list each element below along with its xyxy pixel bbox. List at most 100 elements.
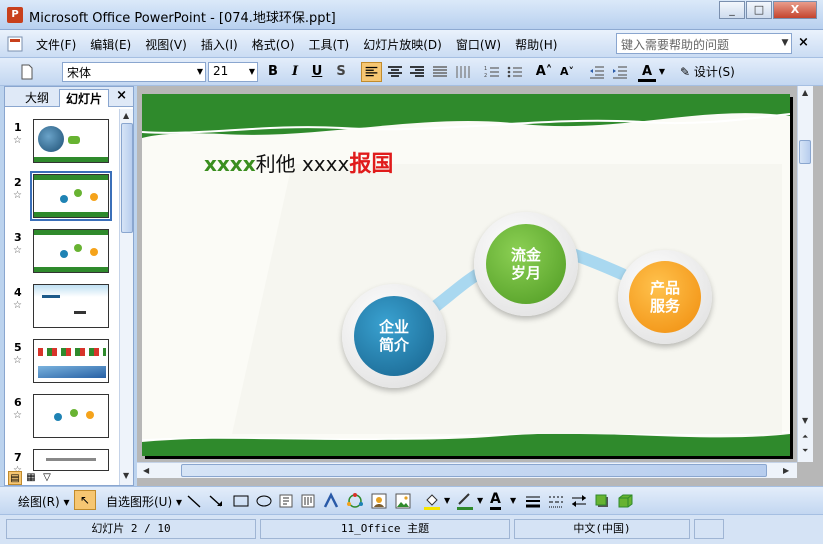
slide-thumbnail-row[interactable]: 5 ☆: [5, 339, 117, 391]
maximize-button[interactable]: □: [746, 1, 772, 19]
bullet-list-icon[interactable]: [505, 62, 525, 82]
menu-view[interactable]: 视图(V): [145, 36, 187, 53]
document-close-button[interactable]: ×: [798, 35, 809, 50]
pane-close-button[interactable]: ×: [116, 88, 127, 103]
circle-products-services[interactable]: 产品 服务: [618, 250, 712, 344]
autoshapes-menu-button[interactable]: 自选图形(U) ▾: [106, 493, 182, 510]
document-icon[interactable]: [4, 34, 26, 54]
slideshow-view-icon[interactable]: ▽: [40, 471, 54, 485]
slide-thumbnail-row[interactable]: 6 ☆: [5, 394, 117, 446]
scroll-down-icon[interactable]: ▼: [123, 471, 129, 480]
circle-golden-years[interactable]: 流金 岁月: [474, 212, 578, 316]
font-size-field[interactable]: 21 ▼: [208, 62, 258, 82]
line-color-dropdown-icon[interactable]: ▼: [477, 496, 483, 505]
bold-button[interactable]: B: [264, 62, 282, 82]
slide-horizontal-scrollbar[interactable]: ◀ ▶: [137, 462, 797, 478]
numbered-list-icon[interactable]: 12: [482, 62, 502, 82]
align-right-icon[interactable]: [407, 62, 427, 82]
wordart-icon[interactable]: [322, 492, 340, 510]
slide-thumbnail-row[interactable]: 1 ☆: [5, 119, 117, 171]
previous-slide-icon[interactable]: ⏶: [802, 432, 808, 442]
menu-format[interactable]: 格式(O): [252, 36, 295, 53]
arrow-style-icon[interactable]: [570, 492, 588, 510]
line-color-icon[interactable]: [455, 491, 475, 511]
scroll-down-icon[interactable]: ▼: [802, 416, 808, 425]
tab-outline[interactable]: 大纲: [19, 89, 55, 107]
slide-thumbnail[interactable]: [33, 119, 109, 163]
slide-thumbnail-selected[interactable]: [30, 171, 112, 221]
slide-vertical-scrollbar[interactable]: ▲ ▼ ⏶ ⏷: [797, 86, 813, 462]
underline-button[interactable]: U: [308, 62, 326, 82]
scrollbar-thumb[interactable]: [121, 123, 133, 233]
oval-icon[interactable]: [255, 493, 273, 509]
menu-insert[interactable]: 插入(I): [201, 36, 238, 53]
slide-thumbnail[interactable]: [33, 394, 109, 438]
decrease-indent-icon[interactable]: [587, 62, 607, 82]
slide-thumbnail[interactable]: [33, 339, 109, 383]
line-icon[interactable]: [186, 493, 202, 509]
normal-view-icon[interactable]: ▤: [8, 471, 22, 485]
font-color-dropdown-icon[interactable]: ▼: [658, 62, 666, 82]
align-center-icon[interactable]: [385, 62, 405, 82]
scrollbar-thumb[interactable]: [181, 464, 767, 477]
minimize-button[interactable]: _: [719, 1, 745, 19]
slide-thumbnail-row[interactable]: 4 ☆: [5, 284, 117, 336]
menu-help[interactable]: 帮助(H): [515, 36, 557, 53]
scroll-right-icon[interactable]: ▶: [783, 466, 789, 475]
tab-slides[interactable]: 幻灯片: [59, 89, 110, 107]
distribute-icon[interactable]: [453, 62, 473, 82]
scrollbar-thumb[interactable]: [799, 140, 811, 164]
font-name-field[interactable]: 宋体 ▼: [62, 62, 206, 82]
thumbnail-scrollbar[interactable]: ▲ ▼: [119, 109, 133, 485]
sorter-view-icon[interactable]: ▦: [24, 471, 38, 485]
slide-thumbnail[interactable]: [33, 449, 109, 471]
increase-indent-icon[interactable]: [610, 62, 630, 82]
dash-style-icon[interactable]: [547, 492, 565, 510]
increase-font-icon[interactable]: A˄: [534, 62, 554, 82]
textbox-icon[interactable]: [278, 493, 294, 509]
menu-file[interactable]: 文件(F): [36, 36, 76, 53]
slide-thumbnail-row[interactable]: 2 ☆: [5, 171, 117, 226]
slide-canvas[interactable]: xxxx利他 xxxx报国 企业 简介 流金 岁月 产品 服务: [142, 94, 790, 456]
fill-color-icon[interactable]: [422, 491, 442, 511]
help-search-input[interactable]: 键入需要帮助的问题: [616, 33, 792, 54]
slide-thumbnail[interactable]: [33, 284, 109, 328]
fill-color-dropdown-icon[interactable]: ▼: [444, 496, 450, 505]
design-button[interactable]: ✎ 设计(S): [680, 62, 735, 82]
shadow-button[interactable]: S: [332, 62, 350, 82]
decrease-font-icon[interactable]: A˅: [557, 62, 577, 82]
menu-window[interactable]: 窗口(W): [456, 36, 501, 53]
scroll-left-icon[interactable]: ◀: [143, 466, 149, 475]
slide-thumbnail-row[interactable]: 3 ☆: [5, 229, 117, 281]
scroll-up-icon[interactable]: ▲: [802, 88, 808, 97]
vertical-textbox-icon[interactable]: [300, 493, 316, 509]
line-style-icon[interactable]: [524, 492, 542, 510]
new-document-icon[interactable]: [18, 62, 36, 82]
menu-slideshow[interactable]: 幻灯片放映(D): [363, 36, 442, 53]
font-color-icon[interactable]: A: [638, 62, 656, 82]
menu-edit[interactable]: 编辑(E): [90, 36, 131, 53]
diagram-icon[interactable]: [346, 492, 364, 510]
picture-icon[interactable]: [394, 492, 412, 510]
clipart-icon[interactable]: [370, 492, 388, 510]
menu-tools[interactable]: 工具(T): [309, 36, 350, 53]
draw-font-color-icon[interactable]: A: [490, 491, 501, 510]
scroll-up-icon[interactable]: ▲: [123, 111, 129, 120]
select-pointer-icon[interactable]: ↖: [74, 490, 96, 510]
font-dropdown-icon[interactable]: ▼: [197, 67, 203, 76]
powerpoint-app-icon[interactable]: P: [7, 7, 23, 23]
justify-icon[interactable]: [430, 62, 450, 82]
3d-style-icon[interactable]: [616, 492, 634, 510]
shadow-style-icon[interactable]: [593, 492, 611, 510]
align-left-icon[interactable]: [361, 62, 382, 82]
next-slide-icon[interactable]: ⏷: [802, 446, 808, 456]
size-dropdown-icon[interactable]: ▼: [249, 67, 255, 76]
italic-button[interactable]: I: [286, 62, 304, 82]
rectangle-icon[interactable]: [232, 493, 250, 509]
circle-company-intro[interactable]: 企业 简介: [342, 284, 446, 388]
close-button[interactable]: X: [773, 1, 817, 19]
draw-font-color-dropdown-icon[interactable]: ▼: [510, 496, 516, 505]
draw-menu-button[interactable]: 绘图(R) ▾: [18, 493, 70, 510]
slide-title[interactable]: xxxx利他 xxxx报国: [204, 146, 393, 178]
slide-thumbnail[interactable]: [33, 229, 109, 273]
